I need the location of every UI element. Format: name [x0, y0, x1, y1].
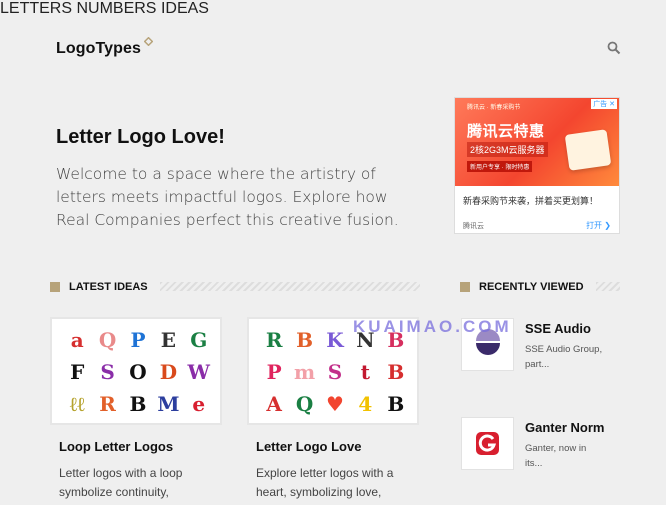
logo-glyph: B [387, 360, 405, 384]
logo-glyph: S [327, 360, 343, 384]
hero-title: Letter Logo Love! [56, 126, 225, 148]
card-description: Explore letter logos with a heart, symbo… [256, 466, 394, 499]
ad-subtitle: 2核2G3M云服务器 [467, 142, 548, 157]
ad-small-text: 腾讯云 · 新春采购节 [467, 105, 521, 111]
logo-glyph: M [157, 392, 180, 416]
logo-glyph: P [130, 328, 146, 352]
recent-item-title[interactable]: Ganter Norm [525, 420, 604, 435]
nav-ideas[interactable]: IDEAS [161, 0, 209, 17]
logo-glyph: K [326, 328, 344, 352]
logo-glyph: O [129, 360, 147, 384]
glyph-grid: a Q P E G F S O D Wℓℓ R B Me [62, 327, 214, 417]
logo-glyph: Q [295, 392, 314, 416]
logo-glyph: B [387, 392, 405, 416]
latest-ideas-heading: LATEST IDEAS [50, 281, 148, 293]
recent-item-desc: SSE Audio Group, part... [525, 344, 603, 370]
nav-letters[interactable]: LETTERS [0, 0, 72, 17]
card-image-loop[interactable]: a Q P E G F S O D Wℓℓ R B Me [50, 317, 222, 425]
logo-glyph: A [266, 392, 282, 416]
section-divider [596, 282, 620, 291]
logo-glyph: B [296, 328, 314, 352]
logo-glyph: Q [98, 328, 117, 352]
ad-brand: 腾讯云 [463, 223, 484, 230]
recently-viewed-label: RECENTLY VIEWED [479, 281, 584, 293]
logo-glyph: S [100, 360, 115, 384]
gift-icon [564, 129, 612, 171]
logo-glyph: 4 [358, 392, 373, 416]
ganter-icon [476, 432, 499, 455]
logo-glyph: E [160, 328, 177, 352]
logo-glyph: ♥ [326, 392, 344, 416]
logo-glyph: R [99, 392, 116, 416]
section-divider [160, 282, 420, 291]
hero-text: Welcome to a space where the artistry of… [56, 165, 399, 229]
ganter-logo[interactable] [461, 417, 514, 470]
diamond-icon [144, 37, 153, 46]
logo-glyph: ℓℓ [69, 392, 85, 416]
main-nav: LETTERS NUMBERS IDEAS [0, 0, 666, 18]
logo-glyph: R [265, 328, 283, 352]
ad-image[interactable]: 广告 ✕ 腾讯云 · 新春采购节 腾讯云特惠 2核2G3M云服务器 新用户专享 … [455, 98, 619, 186]
card-title[interactable]: Letter Logo Love [256, 439, 361, 454]
logo-glyph: P [266, 360, 282, 384]
nav-numbers[interactable]: NUMBERS [76, 0, 156, 17]
logo-glyph: G [190, 328, 208, 352]
ad-open-button[interactable]: 打开 ❯ [586, 220, 611, 231]
logo-glyph: e [192, 392, 206, 416]
logo-glyph: m [294, 360, 316, 384]
ad-tag: 新用户专享 · 限时特惠 [467, 161, 533, 172]
search-icon[interactable] [607, 41, 621, 55]
logo-glyph: t [360, 360, 371, 384]
watermark: KUAIMAO.COM [353, 317, 512, 336]
logo-glyph: F [70, 360, 85, 384]
recently-viewed-heading: RECENTLY VIEWED [460, 281, 584, 293]
section-square-icon [50, 282, 60, 292]
logo-glyph: B [129, 392, 147, 416]
card-title[interactable]: Loop Letter Logos [59, 439, 173, 454]
logo-glyph: a [70, 328, 84, 352]
recent-item-desc: Ganter, now in its... [525, 443, 587, 469]
ad-close-badge[interactable]: 广告 ✕ [591, 99, 617, 109]
ad-banner[interactable]: 广告 ✕ 腾讯云 · 新春采购节 腾讯云特惠 2核2G3M云服务器 新用户专享 … [454, 97, 620, 234]
glyph-grid: R B K N B Pm St B A Q ♥ 4 B [259, 327, 411, 417]
recent-item-title[interactable]: SSE Audio [525, 321, 591, 336]
ad-title: 腾讯云特惠 [467, 123, 545, 140]
section-square-icon [460, 282, 470, 292]
logo-glyph: D [159, 360, 178, 384]
latest-ideas-label: LATEST IDEAS [69, 281, 148, 293]
ad-text[interactable]: 新春采购节来袭，拼着买更划算！ [463, 194, 598, 207]
card-description: Letter logos with a loop symbolize conti… [59, 466, 183, 499]
logo-glyph: W [187, 360, 211, 384]
site-logo[interactable]: LogoTypes [56, 40, 141, 58]
